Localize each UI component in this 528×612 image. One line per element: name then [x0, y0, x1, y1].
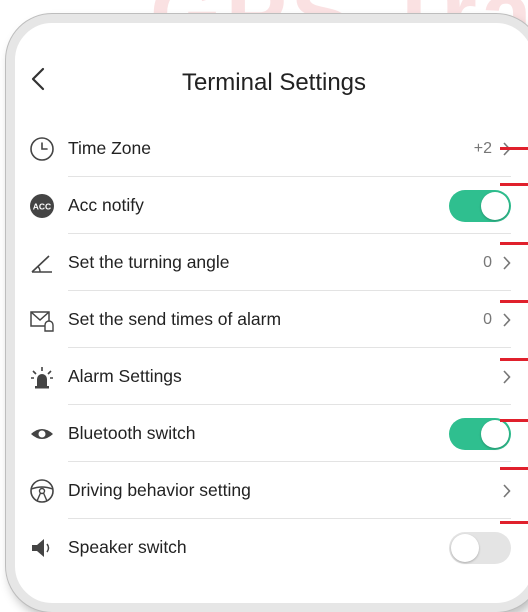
setting-label: Driving behavior setting	[68, 480, 251, 500]
annotation-marker	[500, 358, 528, 361]
mail-alarm-icon	[28, 306, 56, 334]
eye-icon	[28, 420, 56, 448]
setting-label: Acc notify	[68, 195, 144, 215]
setting-send-times-alarm[interactable]: Set the send times of alarm 0	[15, 291, 528, 348]
setting-value: 0	[483, 253, 492, 271]
setting-acc-notify: ACC Acc notify	[15, 177, 528, 234]
setting-label: Time Zone	[68, 138, 151, 158]
speaker-toggle[interactable]	[449, 531, 511, 564]
bluetooth-toggle[interactable]	[449, 417, 511, 450]
alarm-light-icon	[28, 363, 56, 391]
setting-speaker-switch: Speaker switch	[15, 519, 528, 576]
setting-bluetooth-switch: Bluetooth switch	[15, 405, 528, 462]
setting-label: Set the turning angle	[68, 252, 230, 272]
setting-label: Speaker switch	[68, 537, 187, 557]
steering-wheel-icon	[28, 477, 56, 505]
toggle-knob	[451, 533, 479, 562]
svg-text:ACC: ACC	[33, 201, 51, 211]
annotation-marker	[500, 467, 528, 470]
setting-label: Bluetooth switch	[68, 423, 196, 443]
annotation-marker	[500, 521, 528, 524]
settings-list: Time Zone +2 ACC Acc notify Set the turn…	[15, 120, 528, 576]
annotation-marker	[500, 183, 528, 186]
setting-alarm-settings[interactable]: Alarm Settings	[15, 348, 528, 405]
phone-frame: Terminal Settings Time Zone +2 ACC Acc n…	[6, 14, 528, 612]
acc-notify-toggle[interactable]	[449, 189, 511, 222]
chevron-right-icon	[502, 483, 511, 498]
setting-value: +2	[473, 139, 492, 157]
speaker-icon	[28, 534, 56, 562]
annotation-marker	[500, 300, 528, 303]
page-title: Terminal Settings	[181, 69, 367, 96]
setting-label: Set the send times of alarm	[68, 309, 282, 329]
chevron-right-icon	[502, 312, 511, 327]
chevron-right-icon	[502, 255, 511, 270]
annotation-marker	[500, 419, 528, 422]
setting-time-zone[interactable]: Time Zone +2	[15, 120, 528, 177]
setting-value: 0	[483, 310, 492, 328]
acc-icon: ACC	[28, 192, 56, 220]
setting-turning-angle[interactable]: Set the turning angle 0	[15, 234, 528, 291]
setting-driving-behavior[interactable]: Driving behavior setting	[15, 462, 528, 519]
annotation-marker	[500, 147, 528, 150]
clock-icon	[28, 135, 56, 163]
annotation-marker	[500, 242, 528, 245]
setting-label: Alarm Settings	[68, 366, 182, 386]
toggle-knob	[481, 191, 509, 220]
angle-icon	[28, 249, 56, 277]
chevron-right-icon	[502, 369, 511, 384]
header: Terminal Settings	[15, 23, 528, 115]
toggle-knob	[481, 419, 509, 448]
